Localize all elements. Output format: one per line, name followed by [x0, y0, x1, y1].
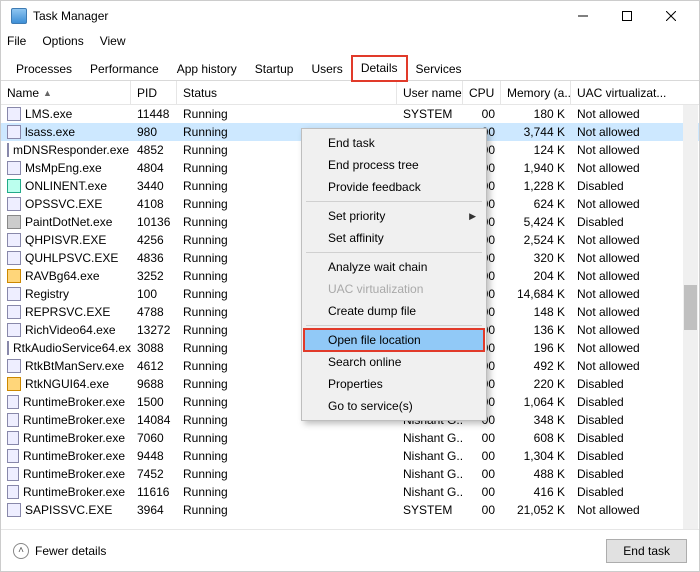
vertical-scrollbar[interactable] — [683, 105, 698, 529]
tab-users[interactable]: Users — [302, 57, 351, 81]
minimize-button[interactable] — [561, 1, 605, 31]
context-menu-item-properties[interactable]: Properties — [304, 373, 484, 395]
context-menu-item-search-online[interactable]: Search online — [304, 351, 484, 373]
context-menu-separator — [306, 201, 482, 202]
context-menu-item-analyze-wait-chain[interactable]: Analyze wait chain — [304, 256, 484, 278]
process-icon — [7, 449, 19, 463]
process-icon — [7, 395, 19, 409]
context-menu-item-create-dump-file[interactable]: Create dump file — [304, 300, 484, 322]
tab-processes[interactable]: Processes — [7, 57, 81, 81]
col-user[interactable]: User name — [397, 81, 463, 104]
context-menu-item-uac-virtualization: UAC virtualization — [304, 278, 484, 300]
col-cpu[interactable]: CPU — [463, 81, 501, 104]
context-menu-item-end-process-tree[interactable]: End process tree — [304, 154, 484, 176]
context-menu-separator — [306, 252, 482, 253]
process-icon — [7, 467, 19, 481]
process-icon — [7, 323, 21, 337]
tab-services[interactable]: Services — [407, 57, 471, 81]
context-menu: End taskEnd process treeProvide feedback… — [301, 128, 487, 421]
col-status[interactable]: Status — [177, 81, 397, 104]
titlebar: Task Manager — [1, 1, 699, 31]
tabstrip: ProcessesPerformanceApp historyStartupUs… — [1, 51, 699, 81]
context-menu-item-go-to-service-s-[interactable]: Go to service(s) — [304, 395, 484, 417]
process-icon — [7, 269, 21, 283]
table-row[interactable]: LMS.exe11448RunningSYSTEM00180 KNot allo… — [1, 105, 699, 123]
process-icon — [7, 413, 19, 427]
tab-performance[interactable]: Performance — [81, 57, 168, 81]
col-pid[interactable]: PID — [131, 81, 177, 104]
process-icon — [7, 485, 19, 499]
menu-file[interactable]: File — [7, 34, 26, 48]
menu-options[interactable]: Options — [42, 34, 83, 48]
context-menu-item-provide-feedback[interactable]: Provide feedback — [304, 176, 484, 198]
context-menu-item-set-priority[interactable]: Set priority▶ — [304, 205, 484, 227]
table-row[interactable]: RuntimeBroker.exe7452RunningNishant G...… — [1, 465, 699, 483]
context-menu-separator — [306, 325, 482, 326]
table-row[interactable]: RuntimeBroker.exe11616RunningNishant G..… — [1, 483, 699, 501]
context-menu-item-open-file-location[interactable]: Open file location — [304, 329, 484, 351]
maximize-button[interactable] — [605, 1, 649, 31]
table-row[interactable]: RuntimeBroker.exe9448RunningNishant G...… — [1, 447, 699, 465]
table-row[interactable]: RuntimeBroker.exe7060RunningNishant G...… — [1, 429, 699, 447]
process-icon — [7, 359, 21, 373]
process-icon — [7, 233, 21, 247]
context-menu-item-end-task[interactable]: End task — [304, 132, 484, 154]
window-title: Task Manager — [33, 9, 108, 23]
close-button[interactable] — [649, 1, 693, 31]
process-icon — [7, 341, 9, 355]
col-uac[interactable]: UAC virtualizat... — [571, 81, 699, 104]
process-icon — [7, 197, 21, 211]
menu-view[interactable]: View — [100, 34, 126, 48]
process-icon — [7, 503, 21, 517]
chevron-up-icon: ˄ — [13, 543, 29, 559]
process-icon — [7, 161, 21, 175]
tab-details[interactable]: Details — [352, 56, 407, 81]
col-mem[interactable]: Memory (a... — [501, 81, 571, 104]
app-icon — [11, 8, 27, 24]
chevron-right-icon: ▶ — [469, 211, 476, 222]
process-icon — [7, 179, 21, 193]
fewer-details-toggle[interactable]: ˄ Fewer details — [13, 543, 106, 559]
tab-startup[interactable]: Startup — [246, 57, 303, 81]
process-icon — [7, 431, 19, 445]
scrollbar-thumb[interactable] — [684, 285, 697, 330]
process-icon — [7, 287, 21, 301]
table-row[interactable]: SAPISSVC.EXE3964RunningSYSTEM0021,052 KN… — [1, 501, 699, 519]
col-name[interactable]: Name▲ — [1, 81, 131, 104]
process-icon — [7, 377, 21, 391]
column-headers: Name▲ PID Status User name CPU Memory (a… — [1, 81, 699, 105]
process-icon — [7, 107, 21, 121]
sort-arrow-icon: ▲ — [43, 88, 52, 98]
end-task-button[interactable]: End task — [606, 539, 687, 563]
context-menu-item-set-affinity[interactable]: Set affinity — [304, 227, 484, 249]
footer: ˄ Fewer details End task — [1, 529, 699, 571]
process-icon — [7, 305, 21, 319]
menubar: File Options View — [1, 31, 699, 51]
tab-app-history[interactable]: App history — [168, 57, 246, 81]
process-icon — [7, 215, 21, 229]
process-icon — [7, 143, 9, 157]
process-icon — [7, 251, 21, 265]
process-icon — [7, 125, 21, 139]
